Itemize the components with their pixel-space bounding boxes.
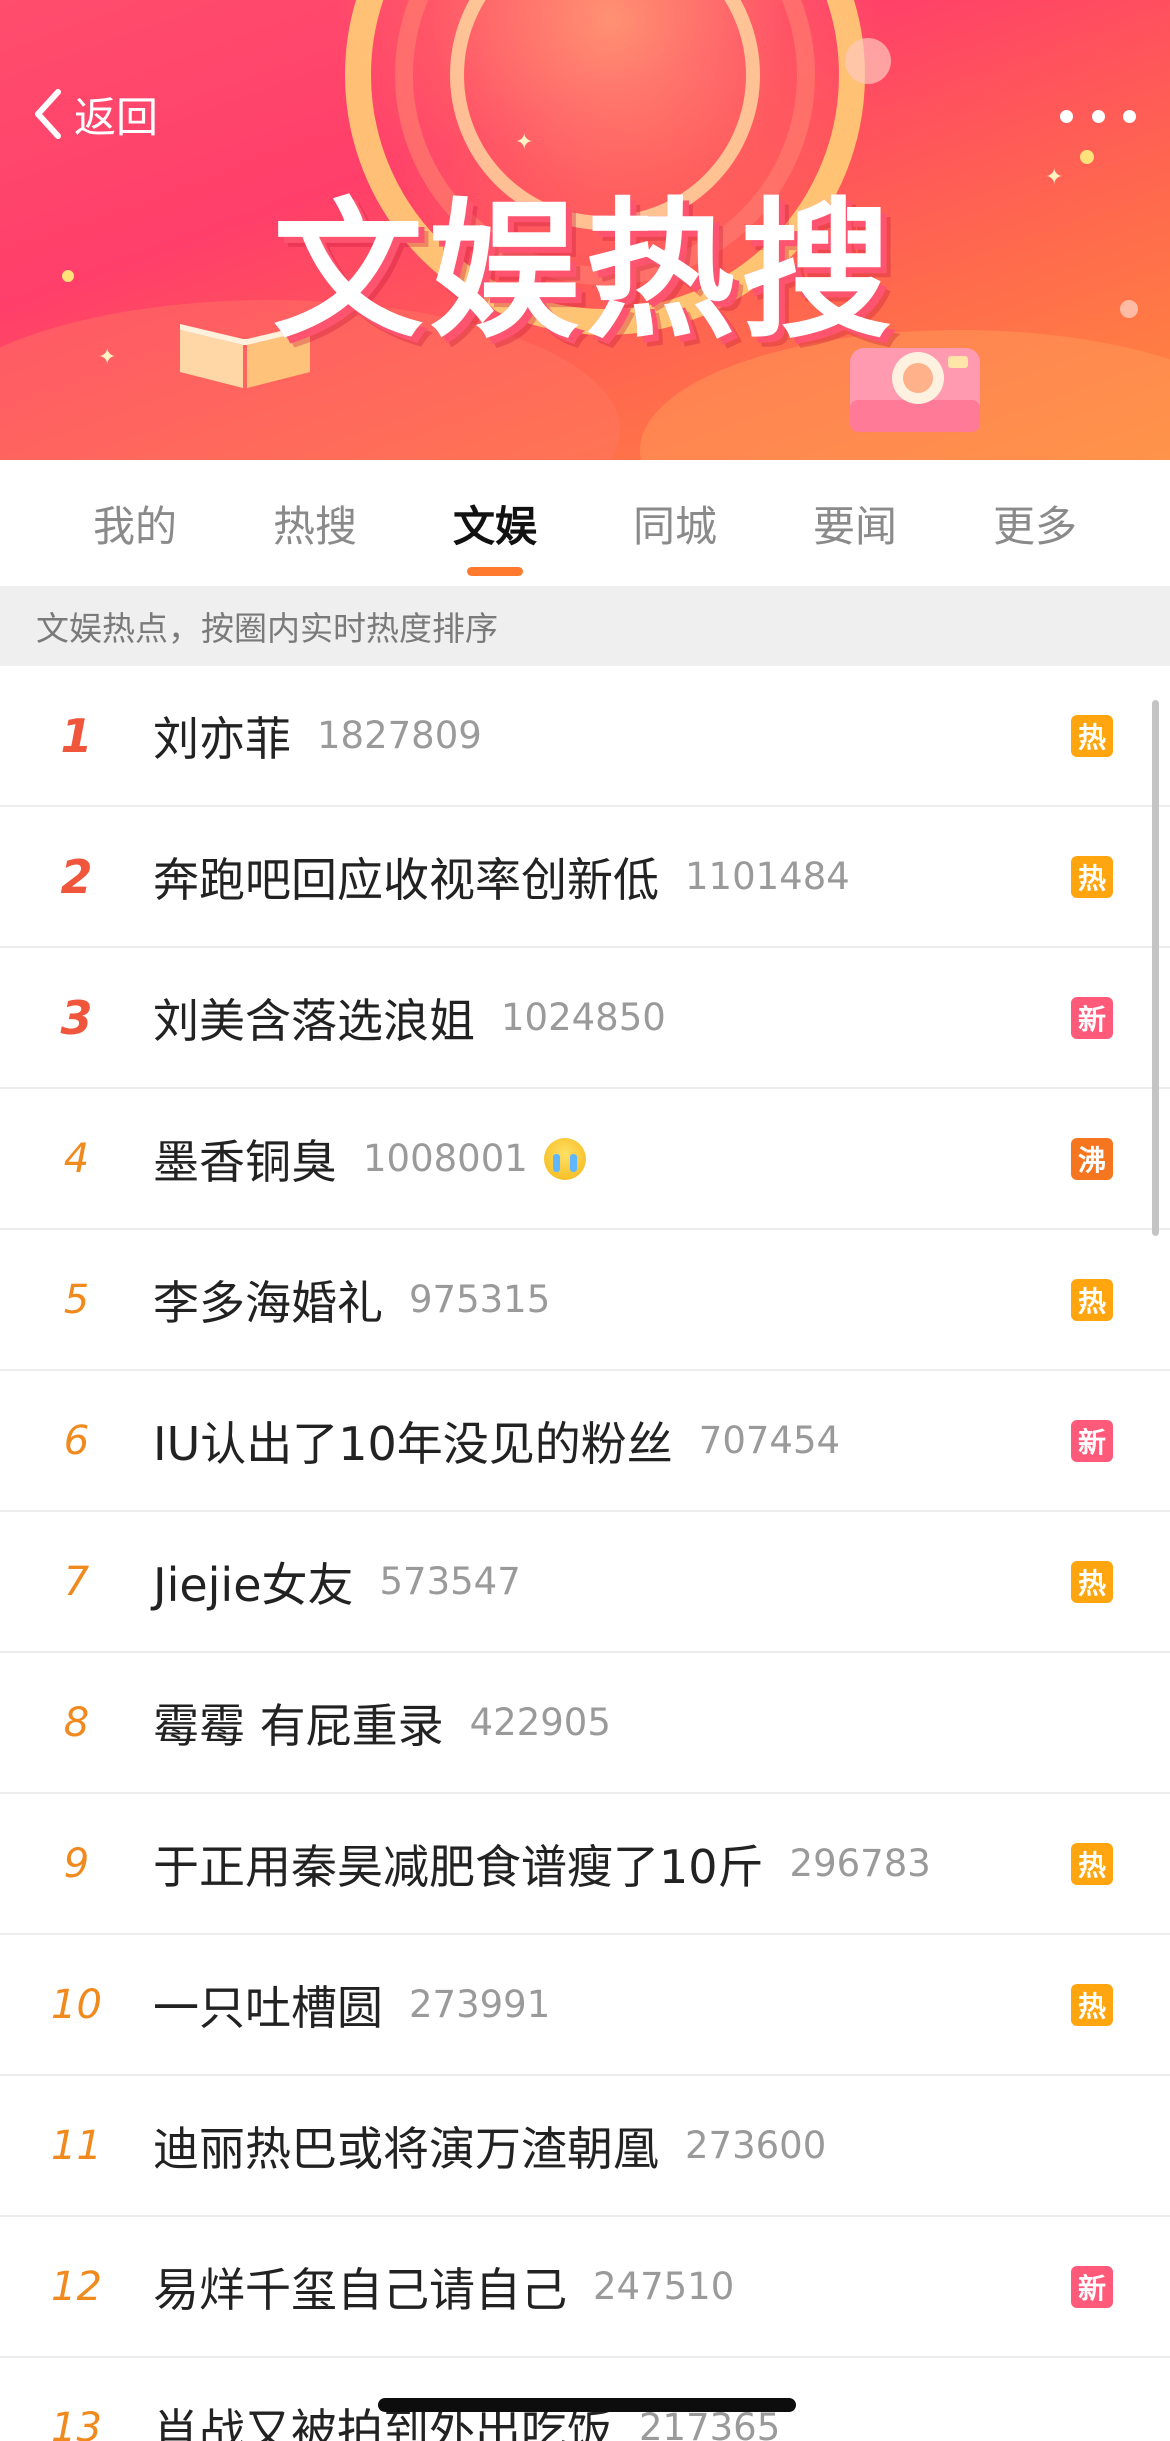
- topic-title: 于正用秦昊减肥食谱瘦了10斤: [153, 1839, 764, 1894]
- chevron-left-icon: [35, 89, 61, 139]
- tab-label: 热搜: [272, 501, 357, 551]
- rank-number: 10: [51, 1981, 102, 2028]
- rank-number: 2: [60, 849, 93, 904]
- topic-title: 一只吐槽圆: [153, 1980, 383, 2035]
- rank-number: 5: [63, 1276, 90, 1323]
- topic-title: 刘美含落选浪姐: [153, 993, 475, 1048]
- topic-title: IU认出了10年没见的粉丝: [153, 1416, 673, 1471]
- rank-number: 6: [63, 1417, 90, 1464]
- list-item[interactable]: 9 于正用秦昊减肥食谱瘦了10斤 296783 热: [0, 1794, 1170, 1935]
- status-badge: 热: [1071, 855, 1113, 898]
- topic-title: 刘亦菲: [153, 711, 291, 766]
- heat-count: 247510: [593, 2265, 735, 2308]
- heat-count: 573547: [379, 1560, 521, 1603]
- topic-title: 墨香铜臭: [153, 1134, 337, 1189]
- list-item[interactable]: 8 霉霉 有屁重录 422905: [0, 1653, 1170, 1794]
- heat-count: 1024850: [501, 996, 666, 1039]
- scrollbar[interactable]: [1152, 700, 1159, 1236]
- list-item[interactable]: 3 刘美含落选浪姐 1024850 新: [0, 948, 1170, 1089]
- dot: [1091, 109, 1105, 123]
- topic-title: Jiejie女友: [153, 1557, 354, 1612]
- tab-2[interactable]: 文娱: [405, 460, 585, 586]
- tab-label: 同城: [632, 501, 717, 551]
- tab-0[interactable]: 我的: [45, 460, 225, 586]
- list-item[interactable]: 4 墨香铜臭 1008001 沸: [0, 1089, 1170, 1230]
- heat-count: 1101484: [685, 855, 850, 898]
- tab-label: 要闻: [812, 501, 897, 551]
- status-badge: 热: [1071, 714, 1113, 757]
- rank-number: 12: [51, 2263, 102, 2310]
- topic-title: 易烊千玺自己请自己: [153, 2262, 567, 2317]
- list-item[interactable]: 1 刘亦菲 1827809 热: [0, 666, 1170, 807]
- rank-number: 3: [60, 990, 93, 1045]
- tab-label: 文娱: [452, 501, 537, 551]
- crying-face-icon: [543, 1137, 586, 1180]
- more-dots-icon[interactable]: [1060, 96, 1136, 136]
- status-badge: 沸: [1071, 1137, 1113, 1180]
- status-badge: 热: [1071, 1278, 1113, 1321]
- heat-count: 273600: [685, 2124, 827, 2167]
- tab-bar: 我的 热搜 文娱 同城 要闻 更多: [0, 460, 1170, 586]
- tab-3[interactable]: 同城: [585, 460, 765, 586]
- list-item[interactable]: 10 一只吐槽圆 273991 热: [0, 1935, 1170, 2076]
- list-item[interactable]: 12 易烊千玺自己请自己 247510 新: [0, 2217, 1170, 2358]
- tab-5[interactable]: 更多: [945, 460, 1125, 586]
- heat-count: 273991: [409, 1983, 551, 2026]
- dot: [1123, 109, 1136, 123]
- list-item[interactable]: 6 IU认出了10年没见的粉丝 707454 新: [0, 1371, 1170, 1512]
- status-badge: 热: [1071, 1842, 1113, 1885]
- tab-label: 更多: [992, 501, 1077, 551]
- active-tab-indicator: [467, 567, 523, 576]
- list-item[interactable]: 11 迪丽热巴或将演万渣朝凰 273600: [0, 2076, 1170, 2217]
- status-badge: 新: [1071, 2265, 1113, 2308]
- banner-title: 文娱热搜: [272, 185, 897, 359]
- tab-4[interactable]: 要闻: [765, 460, 945, 586]
- status-badge: 热: [1071, 1983, 1113, 2026]
- back-button[interactable]: 返回: [28, 84, 158, 144]
- status-badge: 热: [1071, 1560, 1113, 1603]
- heat-count: 975315: [409, 1278, 551, 1321]
- list-item[interactable]: 5 李多海婚礼 975315 热: [0, 1230, 1170, 1371]
- home-indicator[interactable]: [378, 2398, 796, 2412]
- topic-title: 奔跑吧回应收视率创新低: [153, 852, 659, 907]
- rank-number: 11: [51, 2122, 102, 2169]
- back-label: 返回: [74, 92, 159, 142]
- topic-title: 霉霉 有屁重录: [153, 1698, 444, 1753]
- heat-count: 1827809: [317, 714, 482, 757]
- rank-number: 9: [63, 1840, 90, 1887]
- status-badge: 新: [1071, 996, 1113, 1039]
- ranking-hint: 文娱热点，按圈内实时热度排序: [0, 586, 1170, 666]
- dot: [1060, 109, 1073, 123]
- rank-number: 1: [60, 708, 93, 763]
- topic-title: 迪丽热巴或将演万渣朝凰: [153, 2121, 659, 2176]
- heat-count: 707454: [698, 1419, 841, 1462]
- heat-count: 296783: [789, 1842, 931, 1885]
- rank-number: 7: [63, 1558, 90, 1605]
- heat-count: 1008001: [363, 1137, 528, 1180]
- tab-1[interactable]: 热搜: [225, 460, 405, 586]
- list-item[interactable]: 7 Jiejie女友 573547 热: [0, 1512, 1170, 1653]
- rank-number: 13: [51, 2404, 102, 2441]
- list-item[interactable]: 2 奔跑吧回应收视率创新低 1101484 热: [0, 807, 1170, 948]
- heat-count: 422905: [469, 1701, 611, 1744]
- topic-title: 李多海婚礼: [153, 1275, 383, 1330]
- banner: ✦ ✦ ✦ 返回 文娱热搜: [0, 0, 1170, 460]
- banner-dot: [845, 38, 891, 84]
- hot-search-list: 1 刘亦菲 1827809 热 2 奔跑吧回应收视率创新低 1101484 热 3 刘美含落选浪姐…: [0, 666, 1170, 2441]
- status-badge: 新: [1071, 1419, 1113, 1462]
- rank-number: 4: [63, 1135, 90, 1182]
- rank-number: 8: [63, 1699, 90, 1746]
- tab-label: 我的: [92, 501, 177, 551]
